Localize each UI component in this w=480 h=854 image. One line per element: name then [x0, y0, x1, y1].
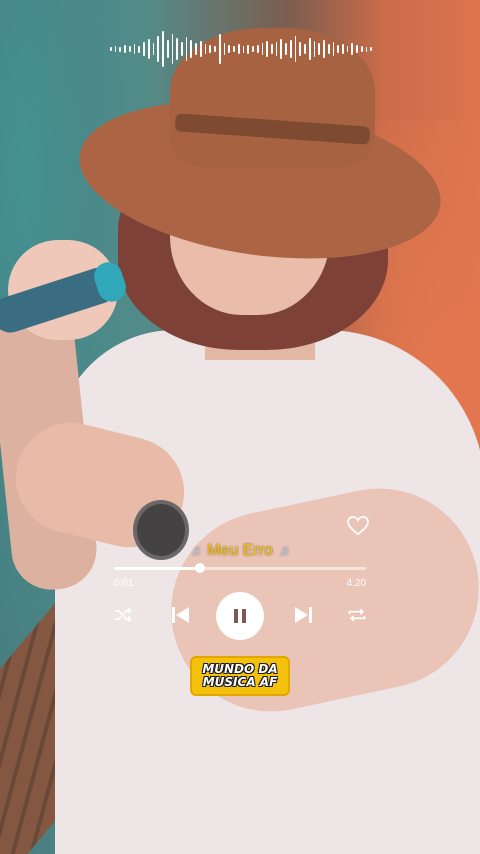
waveform-bar [356, 45, 358, 53]
playback-controls [110, 590, 370, 640]
music-note-icon: ♫ [278, 542, 290, 558]
waveform-bar [285, 43, 287, 55]
waveform-bar [275, 42, 278, 56]
waveform-bar [341, 44, 344, 54]
shuffle-button[interactable] [110, 590, 136, 640]
waveform-bar [365, 46, 368, 52]
waveform-bar [124, 45, 126, 53]
music-note-icon: ♫ [190, 542, 202, 558]
waveform-bar [304, 44, 306, 54]
background-photo [0, 0, 480, 854]
waveform-bar [346, 46, 349, 52]
waveform-bar [270, 44, 273, 54]
waveform-bar [318, 43, 321, 55]
progress-knob[interactable] [194, 563, 205, 573]
waveform-bar [147, 39, 150, 59]
waveform-bar [332, 42, 335, 56]
next-button[interactable] [290, 590, 316, 640]
waveform-bar [157, 36, 160, 62]
waveform-bar [138, 45, 141, 53]
waveform-bar [209, 45, 212, 53]
waveform-bar [119, 46, 122, 52]
brand-logo: MUNDO DA MUSICA AF [190, 656, 290, 696]
brand-line-2: MUSICA AF [202, 675, 278, 689]
waveform-bar [133, 44, 136, 54]
waveform-bar [256, 45, 259, 53]
waveform-bar [176, 38, 179, 60]
waveform-bar [261, 43, 264, 55]
waveform-bar [247, 44, 250, 54]
waveform-bar [228, 45, 231, 53]
waveform-bar [242, 45, 245, 53]
waveform-bar [190, 40, 193, 58]
waveform-bar [323, 40, 325, 58]
waveform-bar [280, 39, 283, 59]
waveform-bar [337, 45, 339, 53]
song-title-row: ♫ Meu Erro ♫ [0, 542, 480, 560]
waveform-bar [128, 46, 131, 52]
progress-fill [114, 567, 200, 570]
waveform-bar [199, 41, 202, 57]
waveform-bar [152, 43, 155, 55]
waveform-bar [360, 46, 363, 52]
skip-previous-icon [172, 607, 189, 623]
waveform-bar [195, 43, 197, 55]
pause-button[interactable] [216, 592, 264, 640]
waveform-bar [223, 43, 226, 55]
waveform-bar [237, 44, 240, 54]
waveform-bar [252, 46, 254, 52]
repeat-button[interactable] [344, 590, 370, 640]
heart-outline-icon [347, 515, 369, 536]
waveform-bar [204, 44, 207, 54]
waveform-bar [171, 34, 174, 64]
total-time: 4:20 [346, 578, 366, 589]
waveform-bar [289, 40, 292, 58]
progress-bar[interactable] [114, 563, 366, 573]
waveform-bar [299, 42, 302, 56]
waveform-bar [313, 41, 316, 57]
skip-next-icon [295, 607, 312, 623]
waveform-bar [143, 42, 145, 56]
waveform-bar [308, 38, 311, 60]
shuffle-icon [114, 607, 132, 623]
elapsed-time: 0:01 [114, 578, 134, 589]
waveform-bar [327, 44, 330, 54]
heart-icon[interactable] [346, 515, 370, 540]
waveform-bar [233, 46, 235, 52]
previous-button[interactable] [168, 590, 194, 640]
waveform-bar [218, 34, 221, 64]
audio-waveform-icon [110, 24, 373, 74]
waveform-bar [351, 43, 354, 55]
waveform-bar [294, 36, 297, 62]
waveform-bar [166, 40, 169, 58]
pause-icon [234, 609, 246, 623]
waveform-bar [185, 37, 188, 61]
waveform-bar [266, 41, 268, 57]
waveform-bar [114, 46, 117, 52]
repeat-icon [348, 608, 366, 622]
waveform-bar [162, 31, 164, 67]
song-title: Meu Erro [207, 542, 273, 559]
waveform-bar [181, 42, 183, 56]
waveform-bar [214, 46, 216, 52]
waveform-bar [110, 47, 112, 51]
waveform-bar [370, 47, 373, 51]
